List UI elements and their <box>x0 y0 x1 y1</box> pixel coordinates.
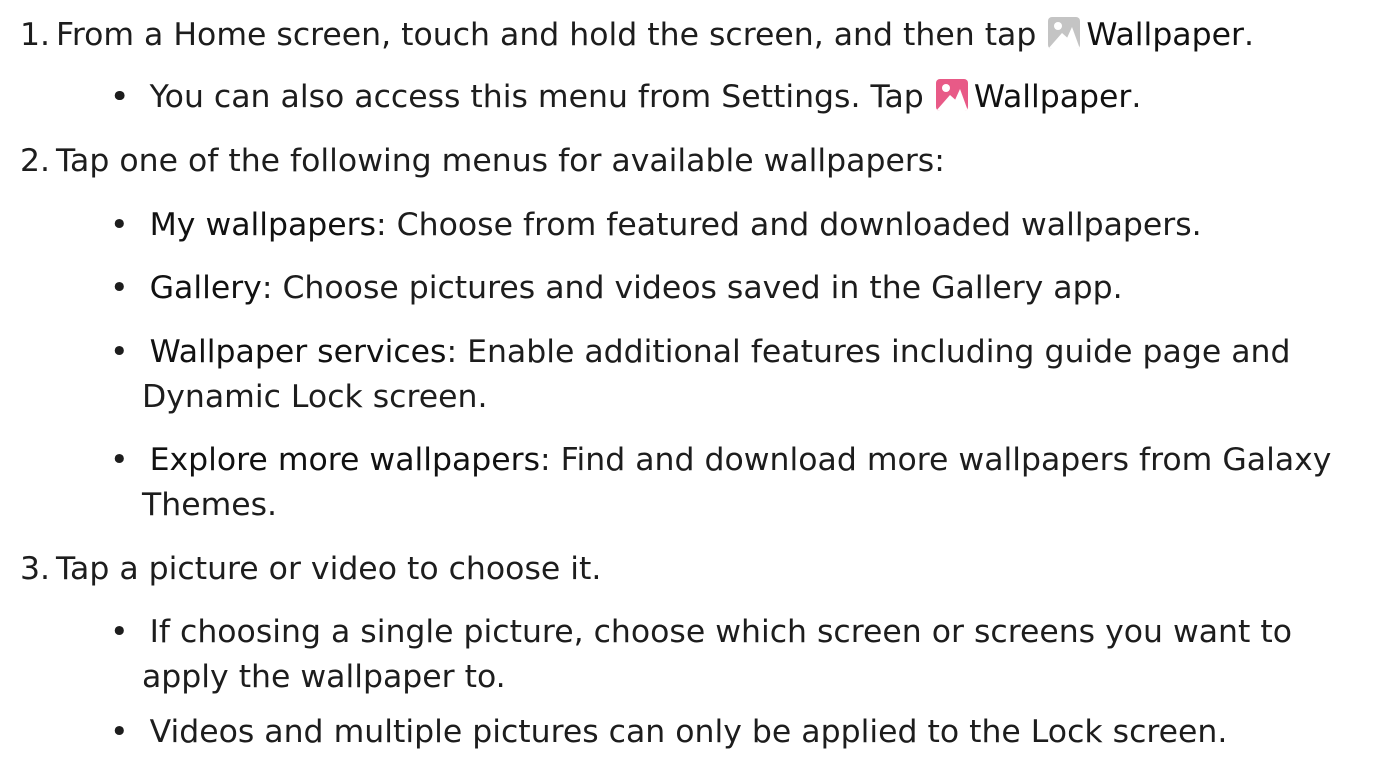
bullet-dot: • <box>110 79 129 115</box>
menu-term: Explore more wallpapers <box>149 442 541 478</box>
step-text: From a Home screen, touch and hold the s… <box>56 17 1254 53</box>
bullet-dot: • <box>110 442 129 478</box>
list-item-continuation: apply the wallpaper to. <box>142 659 506 695</box>
list-item: • If choosing a single picture, choose w… <box>110 614 1293 650</box>
step-number: 3. <box>19 551 50 587</box>
list-item: • You can also access this menu from Set… <box>110 79 1142 115</box>
wallpaper-term: Wallpaper <box>1086 17 1244 53</box>
list-item: • Explore more wallpapers: Find and down… <box>110 442 1332 478</box>
wallpaper-pink-icon <box>935 79 968 111</box>
list-item-continuation: Dynamic Lock screen. <box>142 379 488 415</box>
list-item: • Videos and multiple pictures can only … <box>110 714 1228 750</box>
bullet-dot: • <box>110 334 129 370</box>
list-item: • Wallpaper services: Enable additional … <box>110 334 1291 370</box>
wallpaper-term: Wallpaper <box>973 79 1132 115</box>
step-number: 1. <box>19 17 50 53</box>
step-text: Tap a picture or video to choose it. <box>56 551 602 587</box>
list-item: • My wallpapers: Choose from featured an… <box>110 207 1202 243</box>
menu-term: Wallpaper services <box>149 334 447 370</box>
step-number: 2. <box>19 143 50 179</box>
step-text: Tap one of the following menus for avail… <box>56 143 945 179</box>
list-item-continuation: Themes. <box>142 487 278 523</box>
wallpaper-gray-icon <box>1048 17 1081 49</box>
bullet-dot: • <box>110 207 129 243</box>
list-item: • Gallery: Choose pictures and videos sa… <box>110 270 1123 306</box>
bullet-dot: • <box>110 270 129 306</box>
bullet-dot: • <box>110 714 129 750</box>
menu-term: Gallery <box>149 270 262 306</box>
menu-term: My wallpapers <box>149 207 377 243</box>
instructions-document: 1. From a Home screen, touch and hold th… <box>0 0 1380 761</box>
bullet-dot: • <box>110 614 129 650</box>
